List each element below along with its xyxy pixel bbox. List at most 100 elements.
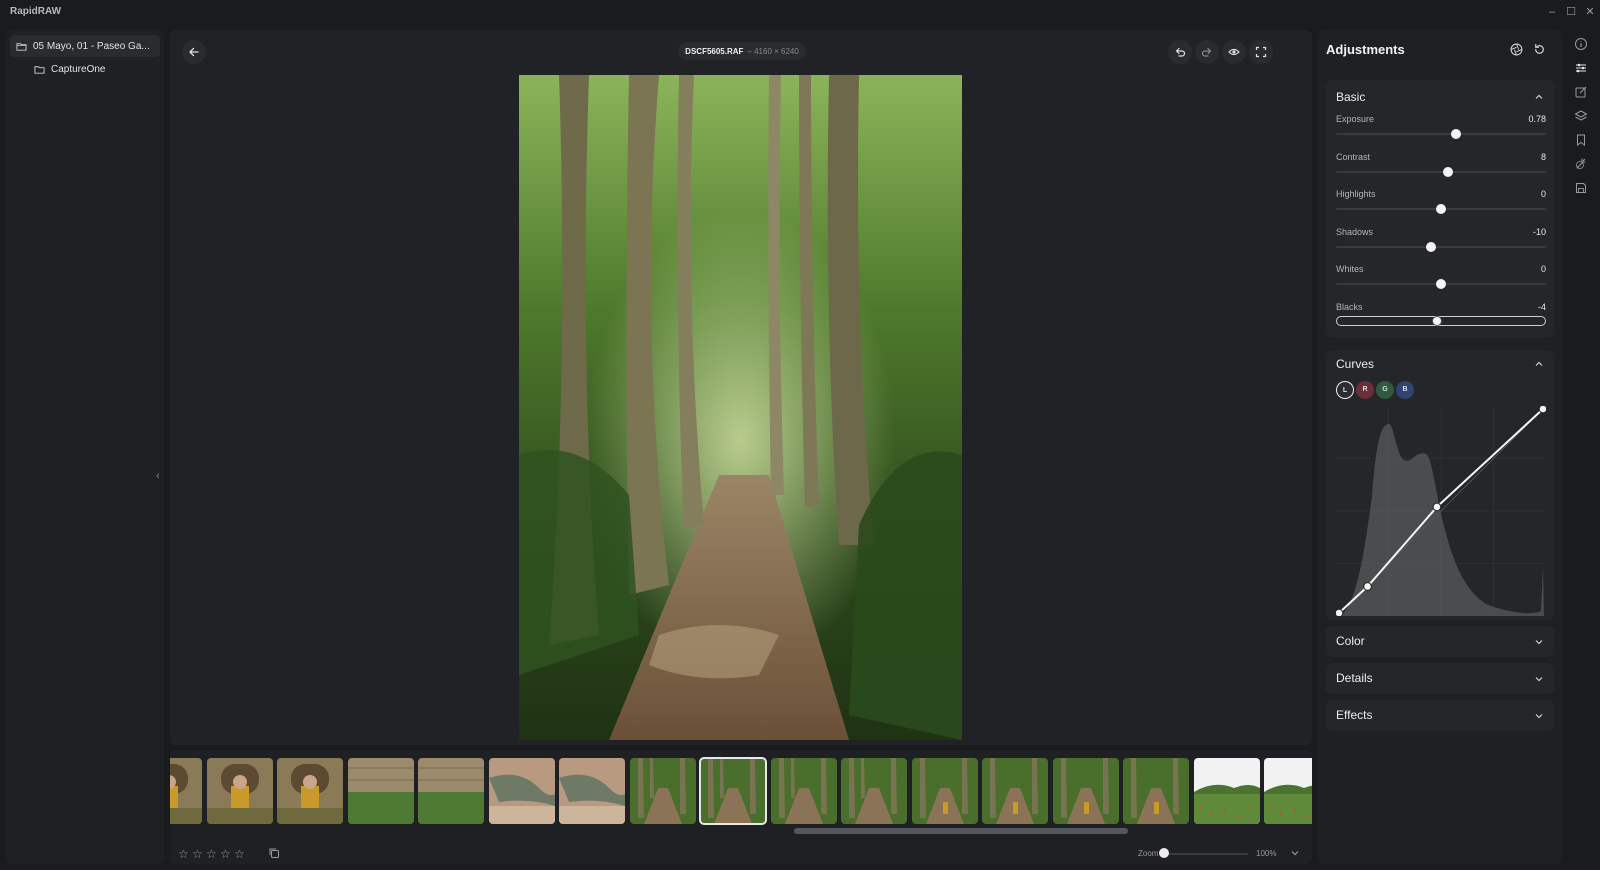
slider-shadows[interactable]: Shadows -10	[1336, 227, 1546, 263]
section-color[interactable]: Color	[1326, 626, 1554, 657]
thumbnail[interactable]	[277, 758, 343, 824]
maximize-button[interactable]: ☐	[1563, 4, 1579, 20]
thumbnail[interactable]	[629, 758, 696, 824]
file-dimensions: – 4160 × 6240	[747, 46, 799, 56]
slider-exposure[interactable]: Exposure 0.78	[1336, 114, 1546, 150]
chevron-up-icon[interactable]	[1534, 359, 1544, 369]
slider-whites[interactable]: Whites 0	[1336, 264, 1546, 300]
slider-thumb[interactable]	[1443, 166, 1454, 177]
rating-stars[interactable]: ☆ ☆ ☆ ☆ ☆	[178, 848, 246, 860]
minimize-button[interactable]: –	[1544, 4, 1560, 20]
thumbnail[interactable]	[170, 758, 202, 824]
slider-value[interactable]: -4	[1538, 302, 1546, 312]
chevron-down-icon[interactable]	[1534, 674, 1544, 684]
slider-label: Contrast	[1336, 151, 1371, 162]
thumbnail[interactable]	[841, 758, 907, 824]
preview-toggle-button[interactable]	[1222, 40, 1246, 64]
thumbnail[interactable]	[1264, 758, 1312, 824]
slider-value[interactable]: 0	[1541, 189, 1546, 199]
slider-highlights[interactable]: Highlights 0	[1336, 189, 1546, 225]
curve-channel-r-button[interactable]: R	[1356, 381, 1374, 399]
thumbnail[interactable]	[911, 758, 978, 824]
folder-panel: 05 Mayo, 01 - Paseo Ga... CaptureOne ‹	[6, 30, 164, 864]
curve-control-point[interactable]	[1363, 582, 1372, 591]
section-title: Color	[1336, 634, 1365, 648]
thumbnail[interactable]	[1052, 758, 1119, 824]
curve-control-point[interactable]	[1432, 502, 1442, 512]
sliders-icon[interactable]	[1574, 61, 1588, 75]
layers-icon[interactable]	[1574, 109, 1588, 123]
star-icon[interactable]: ☆	[192, 848, 204, 860]
undo-button[interactable]	[1168, 40, 1192, 64]
curves-section: Curves LRGB	[1326, 350, 1554, 620]
chevron-down-icon[interactable]	[1534, 637, 1544, 647]
section-title-basic[interactable]: Basic	[1336, 90, 1365, 104]
curve-channel-l-button[interactable]: L	[1336, 381, 1354, 399]
slider-contrast[interactable]: Contrast 8	[1336, 152, 1546, 188]
slider-thumb[interactable]	[1436, 204, 1446, 214]
folder-icon	[34, 65, 45, 74]
slider-thumb[interactable]	[1431, 315, 1442, 326]
adjustments-panel: Adjustments Basic Exposure 0.78 Contrast 8 H…	[1318, 30, 1562, 864]
curve-channel-b-button[interactable]: B	[1396, 381, 1414, 399]
curve-channel-g-button[interactable]: G	[1376, 381, 1394, 399]
crop-edit-icon[interactable]	[1574, 85, 1588, 99]
info-icon[interactable]	[1574, 37, 1588, 51]
thumbnail[interactable]	[1123, 758, 1189, 824]
thumbnail[interactable]	[770, 758, 837, 824]
filmstrip-scrollbar[interactable]	[794, 828, 1128, 834]
star-icon[interactable]: ☆	[206, 848, 218, 860]
folder-item-root[interactable]: 05 Mayo, 01 - Paseo Ga...	[10, 35, 160, 57]
redo-button[interactable]	[1195, 40, 1219, 64]
slider-label: Blacks	[1336, 301, 1363, 312]
chevron-up-icon[interactable]	[1534, 92, 1544, 102]
slider-track[interactable]	[1336, 245, 1546, 248]
slider-thumb[interactable]	[1425, 241, 1436, 252]
slider-value[interactable]: 0.78	[1528, 114, 1546, 124]
slider-thumb[interactable]	[1450, 129, 1461, 139]
thumbnail[interactable]	[206, 758, 273, 824]
thumbnail[interactable]	[1193, 758, 1260, 824]
curve-control-point[interactable]	[1538, 406, 1546, 414]
copy-icon[interactable]	[268, 847, 280, 859]
save-icon[interactable]	[1574, 181, 1588, 195]
curve-control-point[interactable]	[1336, 608, 1344, 616]
aperture-icon[interactable]	[1510, 43, 1523, 56]
close-button[interactable]: ✕	[1582, 4, 1598, 20]
zoom-slider-thumb[interactable]	[1159, 848, 1169, 858]
thumbnail[interactable]	[418, 758, 484, 824]
slider-value[interactable]: -10	[1533, 227, 1546, 237]
fullscreen-button[interactable]	[1249, 40, 1273, 64]
bookmark-icon[interactable]	[1574, 133, 1588, 147]
title-bar: RapidRAW – ☐ ✕	[0, 0, 1600, 24]
thumbnail[interactable]	[982, 758, 1048, 824]
tool-rail	[1568, 30, 1594, 220]
thumbnail-selected[interactable]	[699, 757, 767, 825]
slider-blacks[interactable]: Blacks -4	[1336, 302, 1546, 338]
tone-curve-editor[interactable]	[1336, 406, 1546, 616]
basic-section: Basic Exposure 0.78 Contrast 8 Highlights 0 Sh…	[1326, 80, 1554, 338]
collapse-panel-button[interactable]: ‹	[156, 470, 160, 482]
chevron-down-icon[interactable]	[1534, 711, 1544, 721]
star-icon[interactable]: ☆	[234, 848, 246, 860]
chevron-down-icon[interactable]	[1290, 848, 1300, 858]
reset-icon[interactable]	[1533, 43, 1546, 56]
slider-value[interactable]: 8	[1541, 152, 1546, 162]
thumbnail[interactable]	[488, 758, 555, 824]
ai-magic-icon[interactable]	[1574, 157, 1588, 171]
back-button[interactable]	[182, 40, 206, 64]
thumbnail[interactable]	[559, 758, 625, 824]
eye-icon	[1228, 48, 1240, 56]
star-icon[interactable]: ☆	[178, 848, 190, 860]
thumbnail[interactable]	[347, 758, 414, 824]
slider-track[interactable]	[1336, 133, 1546, 135]
slider-value[interactable]: 0	[1541, 264, 1546, 274]
folder-item-captureone[interactable]: CaptureOne	[10, 58, 160, 80]
slider-track[interactable]	[1336, 170, 1546, 173]
zoom-slider[interactable]	[1168, 853, 1248, 855]
star-icon[interactable]: ☆	[220, 848, 232, 860]
slider-thumb[interactable]	[1436, 279, 1446, 289]
section-details[interactable]: Details	[1326, 663, 1554, 694]
section-title-curves[interactable]: Curves	[1336, 357, 1374, 371]
section-effects[interactable]: Effects	[1326, 700, 1554, 731]
